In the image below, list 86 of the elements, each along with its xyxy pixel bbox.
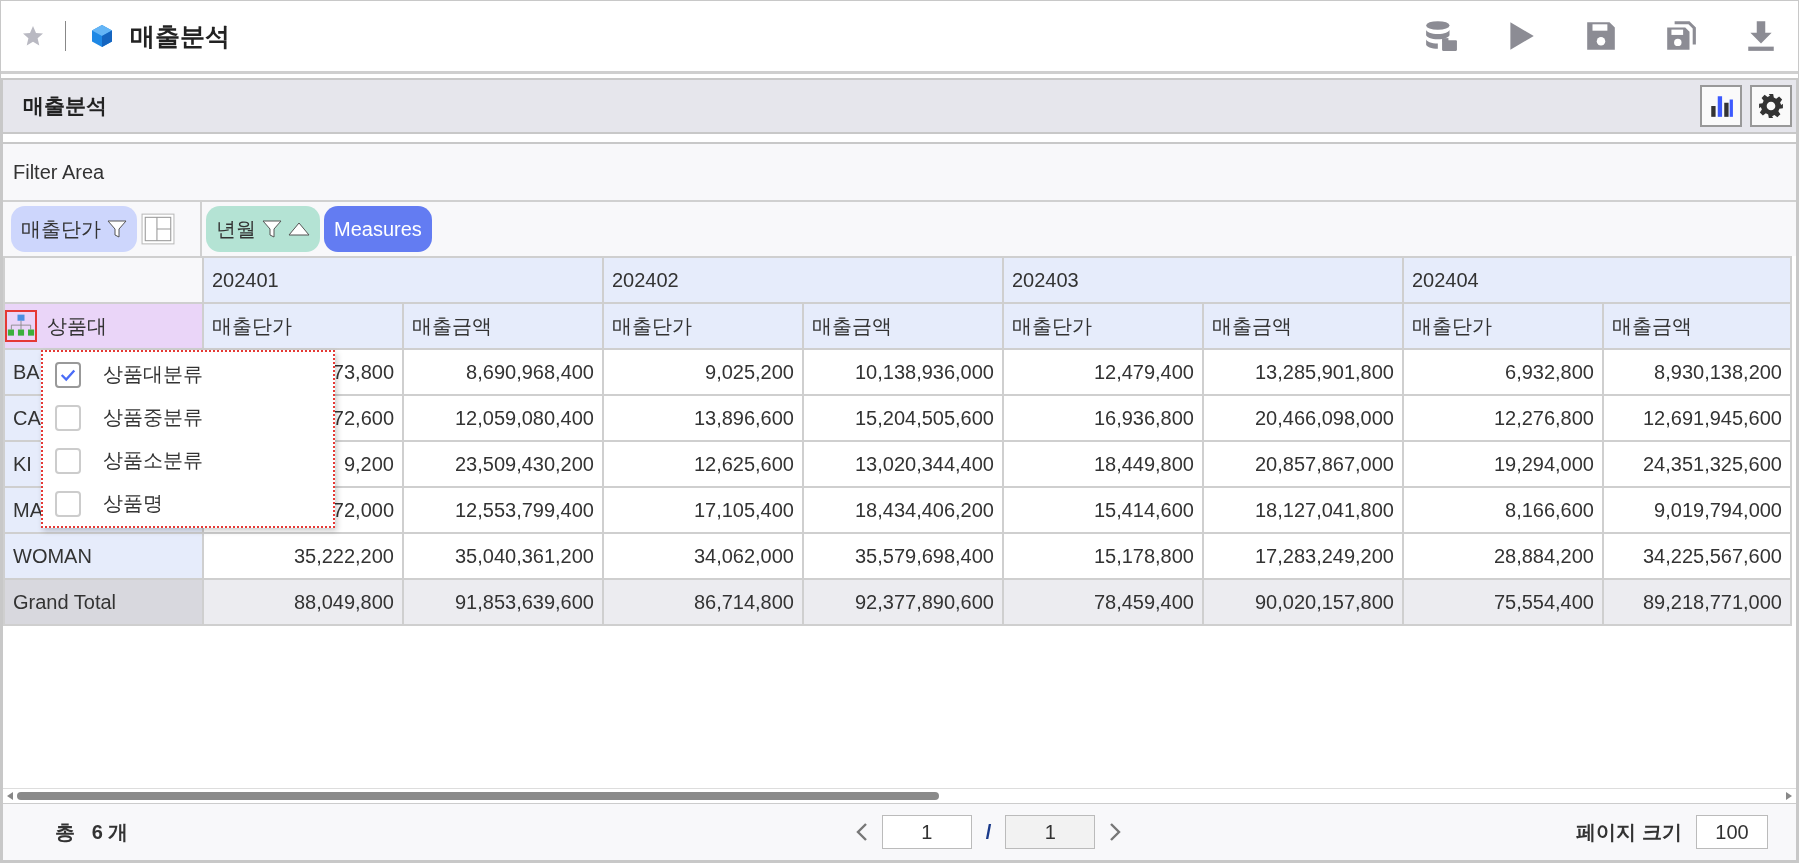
table-cell: 23,509,430,200 <box>403 441 603 487</box>
table-cell: 24,351,325,600 <box>1603 441 1791 487</box>
database-icon[interactable] <box>1424 19 1458 53</box>
measure-header: 매출금액 <box>1603 303 1791 349</box>
table-cell: 20,857,867,000 <box>1203 441 1403 487</box>
table-cell: 12,553,799,400 <box>403 487 603 533</box>
table-cell: 12,059,080,400 <box>403 395 603 441</box>
table-cell: 12,479,400 <box>1003 349 1203 395</box>
page-size-label: 페이지 크기 <box>1575 819 1682 845</box>
table-cell: 10,138,936,000 <box>803 349 1003 395</box>
table-cell: 13,020,344,400 <box>803 441 1003 487</box>
field-chip[interactable]: 년월 <box>206 206 320 252</box>
total-cell: 88,049,800 <box>203 579 403 625</box>
table-cell: 19,294,000 <box>1403 441 1603 487</box>
page-field[interactable]: 1 <box>881 815 972 849</box>
table-cell: 18,434,406,200 <box>803 487 1003 533</box>
scroll-left-icon[interactable] <box>7 792 13 800</box>
total-cell: 78,459,400 <box>1003 579 1203 625</box>
period-header: 202403 <box>1003 257 1403 303</box>
measure-header: 매출금액 <box>803 303 1003 349</box>
previous-page-icon[interactable] <box>855 822 868 842</box>
star-icon[interactable] <box>21 24 45 48</box>
table-cell: 18,127,041,800 <box>1203 487 1403 533</box>
chart-button[interactable] <box>1700 85 1742 127</box>
row-field-header: 상품대 <box>47 313 107 339</box>
hierarchy-icon[interactable] <box>6 310 37 342</box>
table-cell: 9,019,794,000 <box>1603 487 1791 533</box>
total-cell: 89,218,771,000 <box>1603 579 1791 625</box>
table-cell: 18,449,800 <box>1003 441 1203 487</box>
table-cell: 13,896,600 <box>603 395 803 441</box>
table-cell: 8,930,138,200 <box>1603 349 1791 395</box>
table-cell: 12,276,800 <box>1403 395 1603 441</box>
measure-header: 매출단가 <box>1003 303 1203 349</box>
measure-header: 매출단가 <box>203 303 403 349</box>
checkbox[interactable] <box>55 404 81 431</box>
measure-header: 매출단가 <box>603 303 803 349</box>
table-cell: 13,285,901,800 <box>1203 349 1403 395</box>
page-title: 매출분석 <box>130 20 230 52</box>
panel-title: 매출분석 <box>23 93 107 119</box>
measure-header: 매출단가 <box>1403 303 1603 349</box>
table-cell: 17,105,400 <box>603 487 803 533</box>
checkbox[interactable] <box>55 361 81 388</box>
scroll-right-icon[interactable] <box>1786 792 1792 800</box>
total-cell: 90,020,157,800 <box>1203 579 1403 625</box>
bar-chart-icon <box>1708 93 1734 119</box>
save-all-icon[interactable] <box>1664 19 1698 53</box>
table-cell: 20,466,098,000 <box>1203 395 1403 441</box>
cube-icon <box>90 23 114 49</box>
total-cell: 92,377,890,600 <box>803 579 1003 625</box>
next-page-icon[interactable] <box>1109 822 1122 842</box>
table-cell: 16,936,800 <box>1003 395 1203 441</box>
total-count: 총 6 개 <box>55 819 130 845</box>
horizontal-scrollbar[interactable] <box>3 788 1796 804</box>
field-chip[interactable]: Measures <box>324 206 432 252</box>
checkbox[interactable] <box>55 490 81 517</box>
sort-up-icon[interactable] <box>288 222 310 236</box>
table-cell: 15,414,600 <box>1003 487 1203 533</box>
page-size-field[interactable]: 100 <box>1696 815 1768 849</box>
measure-header: 매출금액 <box>403 303 603 349</box>
settings-button[interactable] <box>1750 85 1792 127</box>
field-chip[interactable]: 매출단가 <box>11 206 137 252</box>
table-cell: 12,625,600 <box>603 441 803 487</box>
total-cell: 75,554,400 <box>1403 579 1603 625</box>
period-header: 202404 <box>1403 257 1791 303</box>
table-cell: 12,691,945,600 <box>1603 395 1791 441</box>
period-header: 202401 <box>203 257 603 303</box>
page-separator: / <box>985 820 992 844</box>
checkbox[interactable] <box>55 447 81 474</box>
settings-icon <box>1758 93 1784 119</box>
page-count-field: 1 <box>1005 815 1096 849</box>
filter-area-label: Filter Area <box>13 160 105 184</box>
grand-total-label: Grand Total <box>4 579 203 625</box>
total-cell: 91,853,639,600 <box>403 579 603 625</box>
period-header: 202402 <box>603 257 1003 303</box>
measure-header: 매출금액 <box>1203 303 1403 349</box>
table-cell: 6,932,800 <box>1403 349 1603 395</box>
row-header: WOMAN <box>4 533 203 579</box>
filter-icon[interactable] <box>262 219 282 239</box>
total-cell: 86,714,800 <box>603 579 803 625</box>
table-cell: 15,204,505,600 <box>803 395 1003 441</box>
filter-icon[interactable] <box>107 219 127 239</box>
table-cell: 9,025,200 <box>603 349 803 395</box>
save-icon[interactable] <box>1584 19 1618 53</box>
table-cell: 8,166,600 <box>1403 487 1603 533</box>
table-cell: 8,690,968,400 <box>403 349 603 395</box>
layout-icon[interactable] <box>141 213 175 245</box>
